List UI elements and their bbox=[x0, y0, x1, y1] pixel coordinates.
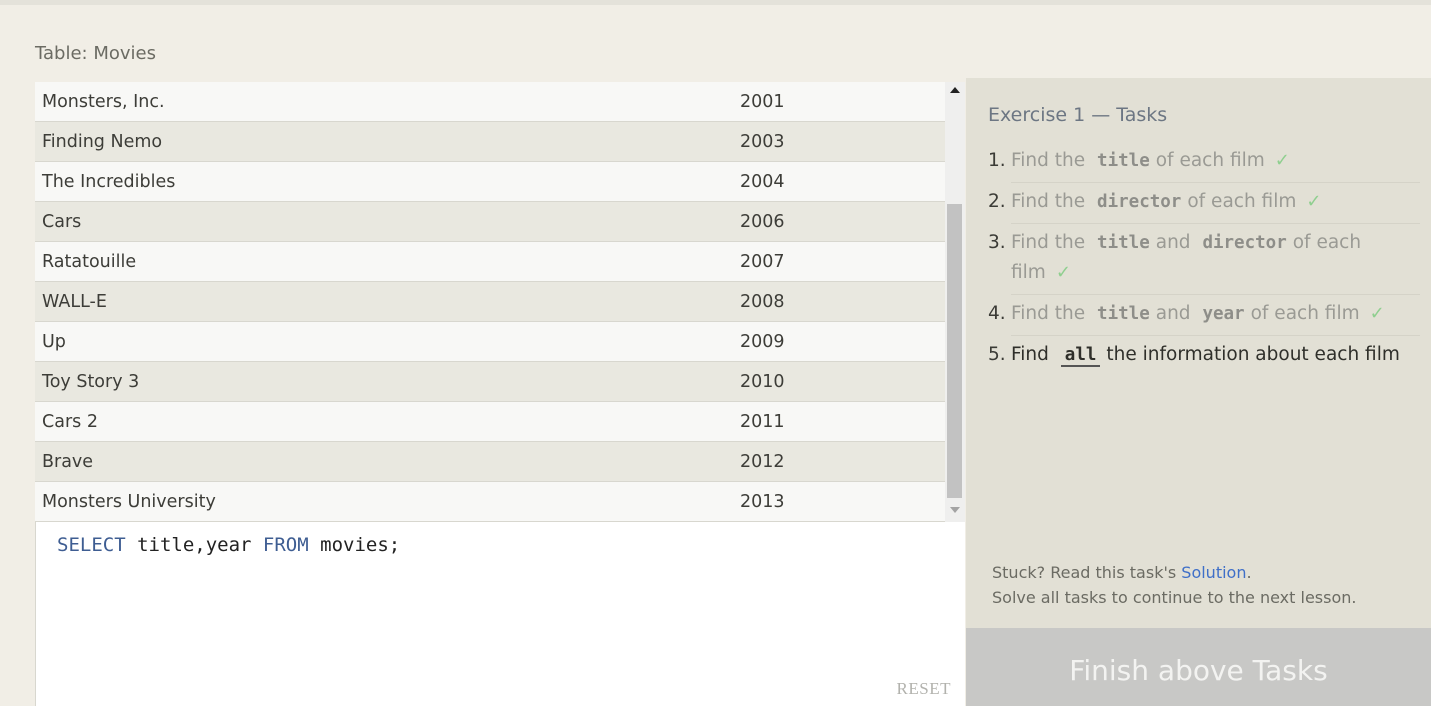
task-text-post: of each film bbox=[1250, 303, 1360, 324]
table-title: Table: Movies bbox=[35, 43, 156, 64]
sql-columns: title,year bbox=[125, 534, 263, 556]
scroll-thumb[interactable] bbox=[947, 204, 962, 498]
task-text: Find the title and year of each film ✓ bbox=[1011, 295, 1420, 336]
task-code: director bbox=[1202, 233, 1287, 253]
task-text-pre: Find bbox=[1011, 344, 1049, 365]
stuck-end: . bbox=[1246, 563, 1252, 582]
table-row: Cars 2006 bbox=[35, 202, 945, 242]
cell-title: Ratatouille bbox=[42, 251, 137, 272]
cell-title: Cars 2 bbox=[42, 411, 98, 432]
task-number: 3. bbox=[988, 232, 1006, 253]
check-icon: ✓ bbox=[1369, 303, 1385, 324]
task-text: Find the title and director of each film ✓ bbox=[1011, 224, 1420, 295]
cell-year: 2001 bbox=[740, 91, 785, 112]
cell-year: 2006 bbox=[740, 211, 785, 232]
reset-button[interactable]: RESET bbox=[897, 679, 951, 699]
task-text: Find the title of each film ✓ bbox=[1011, 142, 1420, 183]
cell-title: WALL-E bbox=[42, 291, 107, 312]
table-row: Monsters, Inc. 2001 bbox=[35, 82, 945, 122]
table-row: Brave 2012 bbox=[35, 442, 945, 482]
task-item: 3. Find the title and director of each film… bbox=[988, 224, 1420, 295]
task-text-pre: Find the bbox=[1011, 150, 1086, 171]
task-text: Find the director of each film ✓ bbox=[1011, 183, 1420, 224]
task-text-pre: Find the bbox=[1011, 232, 1086, 253]
results-scrollbar[interactable] bbox=[945, 82, 965, 522]
table-row: Cars 2 2011 bbox=[35, 402, 945, 442]
sql-query[interactable]: SELECT title,year FROM movies; bbox=[57, 534, 400, 556]
task-code: title bbox=[1097, 233, 1150, 253]
task-code: all bbox=[1060, 345, 1101, 367]
tasks-heading: Exercise 1 — Tasks bbox=[988, 104, 1168, 126]
task-item: 2. Find the director of each film ✓ bbox=[988, 183, 1420, 224]
task-text-post: of each film bbox=[1187, 191, 1297, 212]
task-text-mid: and bbox=[1155, 232, 1191, 253]
task-text-mid: and bbox=[1155, 303, 1191, 324]
cell-year: 2008 bbox=[740, 291, 785, 312]
sql-table: movies; bbox=[308, 534, 401, 556]
cell-year: 2012 bbox=[740, 451, 785, 472]
task-item: 5. Find all the information about each fil… bbox=[988, 336, 1420, 376]
task-text-post: the information about each film bbox=[1106, 344, 1400, 365]
task-text-pre: Find the bbox=[1011, 191, 1086, 212]
scroll-down-arrow-icon[interactable] bbox=[950, 507, 960, 513]
check-icon: ✓ bbox=[1055, 262, 1071, 283]
cell-year: 2009 bbox=[740, 331, 785, 352]
cell-year: 2007 bbox=[740, 251, 785, 272]
task-item: 1. Find the title of each film ✓ bbox=[988, 142, 1420, 183]
tasks-panel: Exercise 1 — Tasks 1. Find the title of ea… bbox=[966, 78, 1431, 628]
sql-keyword-from: FROM bbox=[262, 534, 309, 556]
task-number: 1. bbox=[988, 150, 1006, 171]
table-row: Up 2009 bbox=[35, 322, 945, 362]
table-row: Toy Story 3 2010 bbox=[35, 362, 945, 402]
cell-title: Toy Story 3 bbox=[42, 371, 140, 392]
task-text: Find all the information about each film bbox=[1011, 336, 1420, 376]
task-text-pre: Find the bbox=[1011, 303, 1086, 324]
solution-link[interactable]: Solution bbox=[1181, 563, 1246, 582]
task-item: 4. Find the title and year of each film ✓ bbox=[988, 295, 1420, 336]
cell-title: Cars bbox=[42, 211, 82, 232]
task-list: 1. Find the title of each film ✓ 2. Find the … bbox=[988, 142, 1420, 376]
task-text-post: of each film bbox=[1155, 150, 1265, 171]
cell-year: 2013 bbox=[740, 491, 785, 512]
task-code: title bbox=[1097, 304, 1150, 324]
task-code: director bbox=[1097, 192, 1182, 212]
table-row: Ratatouille 2007 bbox=[35, 242, 945, 282]
table-row: Finding Nemo 2003 bbox=[35, 122, 945, 162]
task-code: year bbox=[1202, 304, 1245, 324]
task-number: 2. bbox=[988, 191, 1006, 212]
table-row: WALL-E 2008 bbox=[35, 282, 945, 322]
help-text: Stuck? Read this task's Solution. Solve … bbox=[992, 560, 1356, 610]
task-number: 4. bbox=[988, 303, 1006, 324]
table-row: Monsters University 2013 bbox=[35, 482, 945, 522]
cell-year: 2004 bbox=[740, 171, 785, 192]
cell-title: Monsters, Inc. bbox=[42, 91, 165, 112]
cell-year: 2011 bbox=[740, 411, 785, 432]
table-row: The Incredibles 2004 bbox=[35, 162, 945, 202]
stuck-text: Stuck? Read this task's bbox=[992, 563, 1182, 582]
cell-year: 2003 bbox=[740, 131, 785, 152]
finish-tasks-button[interactable]: Finish above Tasks bbox=[966, 628, 1431, 706]
cell-title: Finding Nemo bbox=[42, 131, 163, 152]
results-table: Monsters, Inc. 2001 Finding Nemo 2003 The In… bbox=[35, 82, 945, 522]
cell-title: Brave bbox=[42, 451, 94, 472]
check-icon: ✓ bbox=[1274, 150, 1290, 171]
sql-editor[interactable]: SELECT title,year FROM movies; RESET bbox=[35, 522, 965, 706]
cell-title: Up bbox=[42, 331, 66, 352]
check-icon: ✓ bbox=[1306, 191, 1322, 212]
cell-year: 2010 bbox=[740, 371, 785, 392]
continue-text: Solve all tasks to continue to the next … bbox=[992, 588, 1357, 607]
task-code: title bbox=[1097, 151, 1150, 171]
cell-title: Monsters University bbox=[42, 491, 216, 512]
scroll-up-arrow-icon[interactable] bbox=[950, 87, 960, 93]
sql-keyword-select: SELECT bbox=[57, 534, 126, 556]
task-number: 5. bbox=[988, 344, 1006, 365]
cell-title: The Incredibles bbox=[42, 171, 176, 192]
